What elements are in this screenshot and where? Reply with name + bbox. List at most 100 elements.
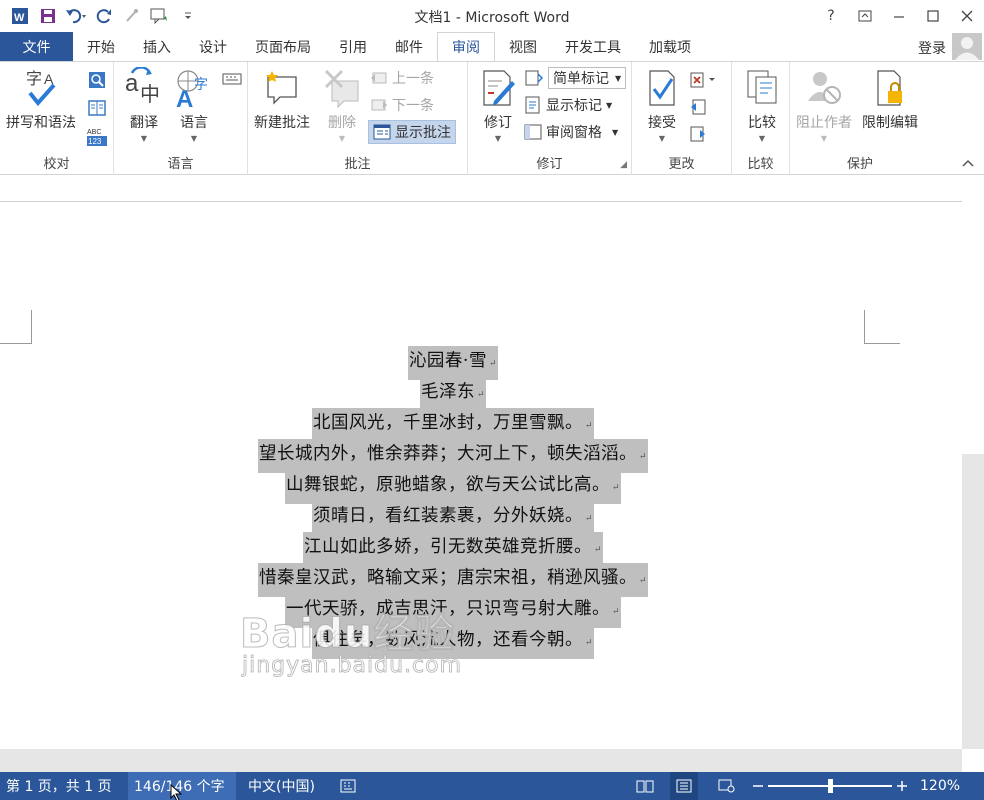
poem-line[interactable]: 沁园春·雪 ↵ [0, 345, 906, 380]
tab-home[interactable]: 开始 [73, 32, 129, 61]
print-layout-icon[interactable] [670, 772, 698, 800]
group-label-language: 语言 [167, 157, 194, 172]
show-comments-button[interactable]: 显示批注 [368, 120, 456, 144]
group-label-compare: 比较 [747, 157, 774, 172]
accept-button[interactable]: 接受 ▼ [642, 66, 682, 143]
format-painter-icon [118, 5, 146, 27]
reject-icon[interactable] [690, 68, 718, 92]
redo-icon[interactable] [90, 5, 118, 27]
block-authors-button[interactable]: 阻止作者 ▼ [796, 66, 852, 143]
research-icon[interactable] [88, 68, 106, 92]
comment-qat-icon[interactable] [146, 5, 174, 27]
language-button[interactable]: A字 语言 ▼ [174, 66, 214, 143]
previous-comment-icon [371, 72, 387, 84]
read-mode-icon[interactable] [630, 772, 660, 800]
block-authors-icon [804, 66, 844, 110]
spelling-grammar-button[interactable]: 字A 拼写和语法 [6, 66, 76, 132]
svg-text:A: A [176, 86, 193, 109]
reviewing-pane-button[interactable]: 审阅窗格 ▼ [524, 120, 618, 144]
ribbon-tabs: 开始 插入 设计 页面布局 引用 邮件 审阅 视图 开发工具 加载项 [73, 32, 705, 62]
svg-text:a: a [125, 70, 139, 97]
next-comment-button[interactable]: 下一条 [370, 93, 434, 117]
save-icon[interactable] [34, 5, 62, 27]
svg-text:W: W [14, 12, 25, 24]
zoom-in-icon[interactable] [890, 772, 914, 800]
language-status[interactable]: 中文(中国) [242, 772, 321, 800]
ribbon-tab-row: 文件 开始 插入 设计 页面布局 引用 邮件 审阅 视图 开发工具 加载项 登录 [0, 32, 984, 62]
word-count-icon[interactable]: ABC 123 [86, 124, 108, 148]
keyboard-icon[interactable] [222, 66, 242, 90]
poem-line[interactable]: 望长城内外，惟余莽莽；大河上下，顿失滔滔。 ↵ [0, 438, 906, 473]
zoom-level[interactable]: 120% [914, 772, 966, 800]
ribbon-display-options-icon[interactable] [848, 0, 882, 32]
svg-text:123: 123 [88, 137, 102, 146]
close-icon[interactable] [950, 0, 984, 32]
crop-mark-right [864, 310, 900, 344]
help-button[interactable]: ? [814, 0, 848, 32]
new-comment-button[interactable]: 新建批注 [254, 66, 310, 132]
collapse-ribbon-icon[interactable] [962, 156, 974, 170]
quick-access-toolbar: W [6, 5, 202, 27]
poem-line[interactable]: 俱往矣，数风流人物，还看今朝。 ↵ [0, 624, 906, 659]
tab-file[interactable]: 文件 [0, 32, 73, 61]
tab-page-layout[interactable]: 页面布局 [241, 32, 325, 61]
show-markup-icon [525, 96, 540, 114]
poem-line[interactable]: 北国风光，千里冰封，万里雪飘。 ↵ [0, 407, 906, 442]
thesaurus-icon[interactable] [88, 96, 106, 120]
title-bar: W 文档1 - Microsoft Word ? [0, 0, 984, 32]
poem-line[interactable]: 须晴日，看红装素裹，分外妖娆。 ↵ [0, 500, 906, 535]
delete-dropdown-icon: ▼ [338, 134, 346, 143]
next-change-icon[interactable] [690, 122, 706, 146]
avatar[interactable] [952, 33, 982, 60]
translate-button[interactable]: a中 翻译 ▼ [124, 66, 164, 143]
document-area[interactable]: 沁园春·雪 ↵ 毛泽东 ↵ 北国风光，千里冰封，万里雪飘。 ↵ 望长城内外，惟余莽莽；… [0, 176, 984, 772]
poem-line[interactable]: 山舞银蛇，原驰蜡象，欲与天公试比高。 ↵ [0, 469, 906, 504]
tab-review[interactable]: 审阅 [437, 32, 495, 62]
window-controls: ? [814, 0, 984, 32]
group-tracking: 修订 ▼ 简单标记 ▼ 显示标记 ▼ 审阅窗格 ▼ ◢ 修订 [468, 62, 632, 175]
group-comments: 新建批注 删除 ▼ 上一条 下一条 显示批注 批注 [248, 62, 468, 175]
previous-change-icon[interactable] [690, 95, 706, 119]
macro-record-icon[interactable] [334, 772, 362, 800]
poem-line[interactable]: 一代天骄，成吉思汗，只识弯弓射大雕。 ↵ [0, 593, 906, 628]
poem-line[interactable]: 惜秦皇汉武，略输文采；唐宗宋祖，稍逊风骚。 ↵ [0, 562, 906, 597]
previous-comment-button[interactable]: 上一条 [370, 66, 434, 90]
word-count[interactable]: 146/146 个字 [128, 772, 236, 800]
zoom-slider-thumb[interactable] [827, 779, 833, 793]
vertical-scrollbar[interactable] [962, 454, 984, 749]
poem-text[interactable]: 沁园春·雪 ↵ 毛泽东 ↵ 北国风光，千里冰封，万里雪飘。 ↵ 望长城内外，惟余莽莽；… [0, 345, 906, 659]
web-layout-icon[interactable] [712, 772, 742, 800]
tab-developer[interactable]: 开发工具 [551, 32, 635, 61]
group-language: a中 翻译 ▼ A字 语言 ▼ 语言 [114, 62, 248, 175]
group-label-changes: 更改 [668, 157, 695, 172]
compare-button[interactable]: 比较 ▼ [742, 66, 782, 143]
compare-icon [742, 66, 782, 110]
translate-dropdown-icon: ▼ [140, 134, 148, 143]
group-label-comments: 批注 [344, 157, 371, 172]
poem-line[interactable]: 毛泽东 ↵ [0, 376, 906, 411]
delete-comment-button[interactable]: 删除 ▼ [322, 66, 362, 143]
tab-design[interactable]: 设计 [185, 32, 241, 61]
show-markup-button[interactable]: 显示标记 ▼ [524, 93, 612, 117]
sign-in-link[interactable]: 登录 [918, 38, 946, 58]
group-label-proofing: 校对 [43, 157, 70, 172]
maximize-icon[interactable] [916, 0, 950, 32]
poem-line[interactable]: 江山如此多娇，引无数英雄竞折腰。 ↵ [0, 531, 906, 566]
next-comment-icon [371, 99, 387, 111]
zoom-out-icon[interactable] [746, 772, 770, 800]
restrict-editing-button[interactable]: 限制编辑 [862, 66, 918, 132]
tab-mailings[interactable]: 邮件 [381, 32, 437, 61]
customize-qat-icon[interactable] [174, 5, 202, 27]
accept-dropdown-icon: ▼ [658, 134, 666, 143]
undo-icon[interactable] [62, 5, 90, 27]
page-count[interactable]: 第 1 页，共 1 页 [0, 772, 118, 800]
track-changes-button[interactable]: 修订 ▼ [478, 66, 518, 143]
tab-view[interactable]: 视图 [495, 32, 551, 61]
tab-references[interactable]: 引用 [325, 32, 381, 61]
crop-mark-left [0, 310, 32, 344]
ribbon: 字A 拼写和语法 ABC 123 校对 a中 翻译 ▼ A字 语言 ▼ 语言 新… [0, 61, 984, 175]
tab-insert[interactable]: 插入 [129, 32, 185, 61]
markup-mode-select[interactable]: 简单标记 ▼ [524, 66, 627, 90]
tab-add-ins[interactable]: 加载项 [635, 32, 705, 61]
minimize-icon[interactable] [882, 0, 916, 32]
